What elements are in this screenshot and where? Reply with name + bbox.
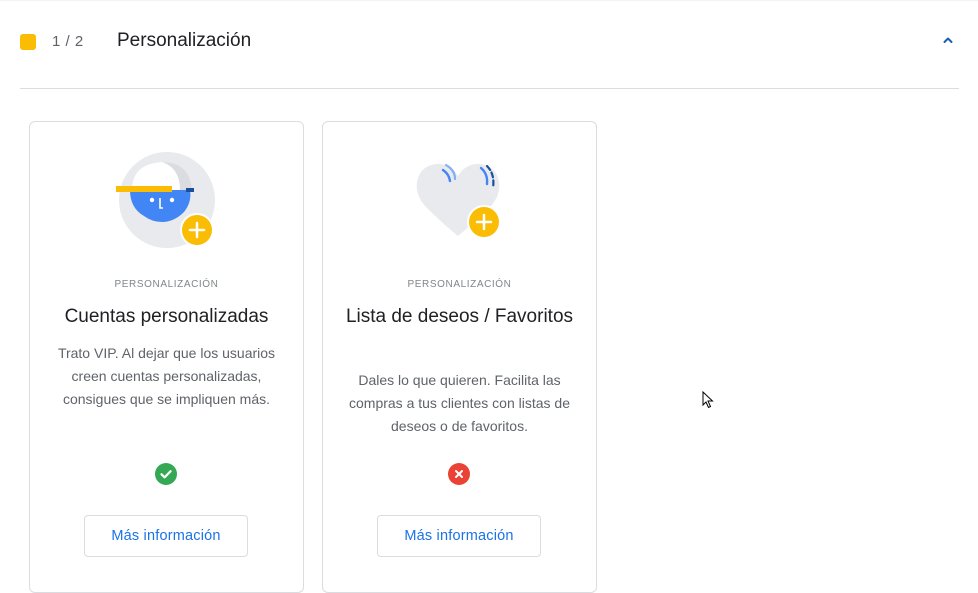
chevron-up-icon[interactable] [938, 30, 958, 50]
section-status-indicator [20, 34, 36, 50]
check-icon [155, 463, 177, 485]
step-counter: 1 / 2 [52, 33, 84, 50]
heart-plus-icon [403, 148, 513, 248]
user-account-plus-icon [110, 148, 220, 248]
card-title: Lista de deseos / Favoritos [345, 306, 574, 327]
feature-card-custom-accounts: PERSONALIZACIÓN Cuentas personalizadas T… [29, 121, 304, 593]
more-info-button[interactable]: Más información [377, 515, 541, 557]
card-category: PERSONALIZACIÓN [114, 279, 219, 290]
card-category: PERSONALIZACIÓN [407, 279, 512, 290]
feature-card-wishlist: PERSONALIZACIÓN Lista de deseos / Favori… [322, 121, 597, 593]
card-description: Trato VIP. Al dejar que los usuarios cre… [57, 345, 276, 407]
section-divider [20, 88, 959, 89]
section-header[interactable]: 1 / 2 Personalización [20, 22, 958, 62]
card-description: Dales lo que quieren. Facilita las compr… [349, 372, 570, 434]
mouse-cursor-icon [702, 390, 714, 409]
more-info-button[interactable]: Más información [84, 515, 248, 557]
card-title: Cuentas personalizadas [64, 306, 269, 327]
cross-icon [448, 463, 470, 485]
top-divider [0, 0, 978, 1]
section-title: Personalización [117, 30, 252, 51]
